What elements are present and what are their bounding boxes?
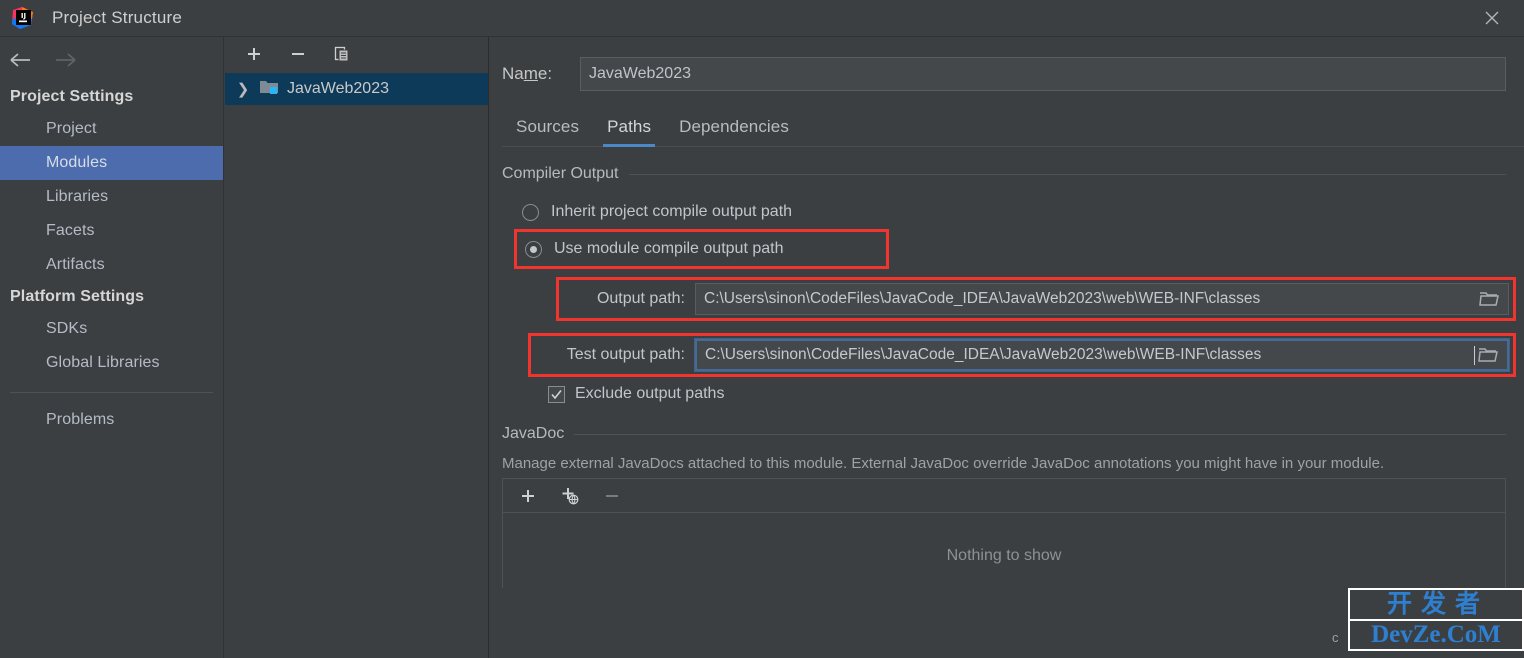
module-name-label: JavaWeb2023: [287, 80, 389, 97]
sidebar-group-project-settings: Project Settings: [10, 88, 134, 105]
tab-sources[interactable]: Sources: [502, 113, 593, 146]
radio-use-module-output[interactable]: Use module compile output path: [525, 234, 878, 264]
use-module-output-highlight-box: Use module compile output path: [514, 229, 889, 269]
sidebar-item-artifacts[interactable]: Artifacts: [0, 248, 223, 282]
module-name-input[interactable]: [580, 57, 1506, 91]
plus-icon: [522, 489, 534, 502]
javadoc-label: JavaDoc: [502, 425, 565, 442]
output-path-field[interactable]: C:\Users\sinon\CodeFiles\JavaCode_IDEA\J…: [695, 283, 1509, 315]
test-output-path-highlight-box: Test output path: C:\Users\sinon\CodeFil…: [528, 333, 1516, 377]
modules-toolbar: [225, 37, 488, 71]
inherit-output-row: Inherit project compile output path: [522, 197, 1524, 227]
settings-sidebar: Project Settings Project Modules Librari…: [0, 37, 224, 658]
minus-icon: [292, 53, 304, 55]
add-javadoc-url-button[interactable]: [559, 485, 581, 507]
javadoc-empty-message: Nothing to show: [946, 547, 1062, 564]
exclude-output-paths-row[interactable]: Exclude output paths: [548, 385, 1524, 403]
navigation-arrows: [0, 37, 223, 82]
window-title: Project Structure: [52, 8, 183, 27]
plus-globe-icon: [562, 487, 579, 505]
group-rule: [574, 433, 1506, 435]
javadoc-list-panel: Nothing to show: [502, 478, 1506, 588]
checkbox-checked-icon[interactable]: [548, 385, 565, 403]
close-button[interactable]: [1460, 0, 1524, 36]
test-output-path-field[interactable]: C:\Users\sinon\CodeFiles\JavaCode_IDEA\J…: [694, 338, 1510, 372]
module-name-row: Name:: [490, 37, 1524, 91]
forward-button[interactable]: [52, 49, 78, 71]
test-output-path-label: Test output path:: [566, 346, 685, 363]
name-label-mnemonic: m: [523, 64, 538, 83]
name-label-suffix: e:: [537, 64, 553, 83]
sidebar-item-sdks[interactable]: SDKs: [0, 312, 223, 346]
name-label-prefix: Na: [502, 64, 524, 83]
modules-tree-panel: ❯ JavaWeb2023: [225, 37, 489, 658]
folder-browse-icon[interactable]: [1476, 291, 1502, 307]
remove-module-button[interactable]: [287, 43, 309, 65]
add-module-button[interactable]: [243, 43, 265, 65]
exclude-output-paths-label: Exclude output paths: [575, 385, 725, 402]
tab-paths[interactable]: Paths: [593, 113, 665, 147]
radio-unchecked-icon[interactable]: [522, 203, 539, 221]
group-rule: [628, 173, 1506, 175]
sidebar-item-project[interactable]: Project: [0, 112, 223, 146]
use-module-output-label: Use module compile output path: [554, 240, 784, 257]
remove-javadoc-button[interactable]: [601, 485, 623, 507]
output-path-label: Output path:: [596, 290, 685, 307]
folder-browse-icon[interactable]: [1475, 347, 1501, 363]
output-path-highlight-box: Output path: C:\Users\sinon\CodeFiles\Ja…: [556, 277, 1516, 321]
module-folder-icon: [259, 78, 279, 100]
plus-icon: [248, 48, 260, 60]
arrow-left-icon: [10, 52, 30, 67]
module-editor-panel: Name: Sources Paths Dependencies Compile…: [490, 37, 1524, 658]
arrow-right-icon: [56, 52, 76, 67]
radio-checked-icon[interactable]: [525, 240, 542, 258]
compiler-output-group-header: Compiler Output: [502, 165, 1506, 183]
chevron-right-icon[interactable]: ❯: [235, 80, 251, 98]
editor-tabs: Sources Paths Dependencies: [502, 113, 1524, 147]
output-path-value: C:\Users\sinon\CodeFiles\JavaCode_IDEA\J…: [704, 290, 1261, 307]
sidebar-item-facets[interactable]: Facets: [0, 214, 223, 248]
sidebar-item-modules[interactable]: Modules: [0, 146, 223, 180]
window-titlebar: IJ Project Structure: [0, 0, 1524, 37]
radio-inherit-project-output[interactable]: Inherit project compile output path: [522, 197, 1524, 227]
svg-text:IJ: IJ: [21, 12, 26, 20]
copy-module-button[interactable]: [331, 43, 353, 65]
copy-icon: [334, 46, 349, 62]
tab-dependencies[interactable]: Dependencies: [665, 113, 803, 146]
compiler-output-label: Compiler Output: [502, 165, 619, 182]
back-button[interactable]: [8, 49, 34, 71]
javadoc-toolbar: [503, 479, 1505, 513]
javadoc-description: Manage external JavaDocs attached to thi…: [502, 455, 1385, 472]
intellij-idea-logo-icon: IJ: [10, 5, 36, 31]
javadoc-group-header: JavaDoc: [502, 425, 1506, 443]
add-javadoc-button[interactable]: [517, 485, 539, 507]
test-output-path-value: C:\Users\sinon\CodeFiles\JavaCode_IDEA\J…: [705, 346, 1262, 363]
inherit-output-label: Inherit project compile output path: [551, 203, 793, 220]
minus-icon: [606, 494, 618, 497]
tree-row-javaweb2023[interactable]: ❯ JavaWeb2023: [225, 73, 488, 105]
name-field-label: Name:: [502, 64, 580, 84]
sidebar-item-global-libraries[interactable]: Global Libraries: [0, 346, 223, 380]
sidebar-item-libraries[interactable]: Libraries: [0, 180, 223, 214]
sidebar-item-problems[interactable]: Problems: [0, 403, 223, 437]
sidebar-divider: [10, 392, 213, 393]
sidebar-group-platform-settings: Platform Settings: [10, 288, 145, 305]
close-icon: [1485, 11, 1499, 25]
